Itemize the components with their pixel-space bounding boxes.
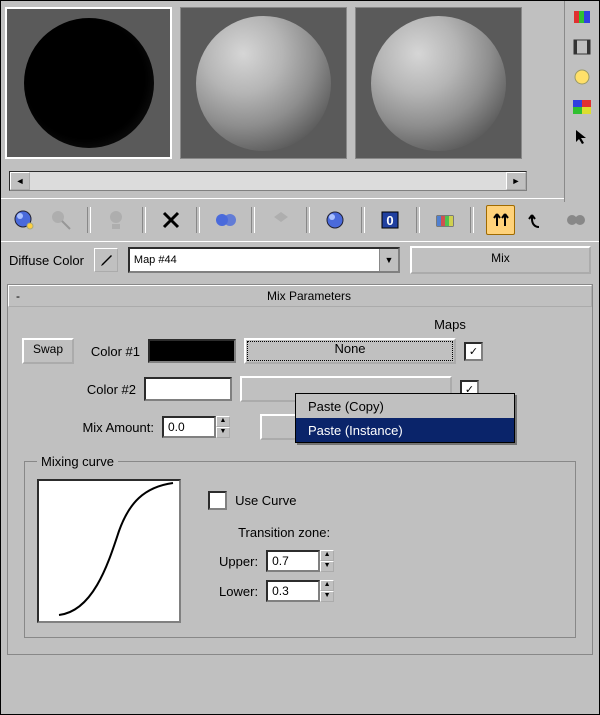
dropdown-arrow-icon[interactable]: ▼ [379, 249, 398, 271]
go-sibling-icon[interactable] [525, 206, 552, 234]
channel-label: Diffuse Color [9, 253, 84, 268]
map-name-text: Map #44 [134, 254, 177, 266]
go-parent-icon[interactable] [486, 205, 515, 235]
preview-hscrollbar[interactable]: ◄ ► [9, 171, 527, 191]
mixing-curve-legend: Mixing curve [37, 454, 118, 469]
map-id-row: Diffuse Color Map #44 ▼ Mix [1, 241, 599, 278]
parameters-area: - Mix Parameters Maps Swap Color #1 None… [1, 278, 599, 661]
lower-row: Lower: ▲ ▼ [208, 576, 334, 606]
preview-sphere [196, 16, 331, 151]
spinner-down-icon[interactable]: ▼ [216, 427, 230, 438]
lower-spinner[interactable]: ▲ ▼ [266, 580, 334, 602]
side-toolbar [564, 1, 599, 202]
sphere-icon[interactable] [571, 67, 593, 87]
scroll-right-arrow[interactable]: ► [506, 172, 526, 190]
curve-preview[interactable] [37, 479, 181, 623]
preview-sphere [371, 16, 506, 151]
rollout-toggle-icon[interactable]: - [9, 289, 27, 303]
spinner-down-icon[interactable]: ▼ [320, 591, 334, 602]
material-preview-strip [1, 1, 599, 196]
scroll-left-arrow[interactable]: ◄ [10, 172, 30, 190]
color1-enable-checkbox[interactable]: ✓ [464, 342, 483, 361]
maps-column-header: Maps [322, 317, 578, 332]
preview-sphere [24, 18, 154, 148]
put-to-scene-icon[interactable] [48, 206, 75, 234]
rgb-swatch-icon[interactable] [571, 7, 593, 27]
film-icon[interactable] [571, 37, 593, 57]
upper-input[interactable] [266, 550, 320, 572]
menu-item-paste-copy[interactable]: Paste (Copy) [296, 394, 514, 418]
spinner-up-icon[interactable]: ▲ [216, 416, 230, 427]
show-map-icon[interactable]: 0 [377, 206, 404, 234]
upper-label: Upper: [208, 554, 258, 569]
toolbar-separator [470, 207, 474, 233]
make-unique-icon[interactable] [212, 206, 239, 234]
material-preview-slot-1[interactable] [5, 7, 172, 159]
color1-row: Swap Color #1 None ✓ [22, 336, 578, 366]
lower-input[interactable] [266, 580, 320, 602]
toolbar-separator [251, 207, 255, 233]
material-preview-slot-3[interactable] [355, 7, 522, 159]
mixing-curve-group: Mixing curve Use Curve Transition zone: [24, 454, 576, 638]
upper-spinner[interactable]: ▲ ▼ [266, 550, 334, 572]
toolbar-separator [87, 207, 91, 233]
svg-text:0: 0 [387, 213, 394, 228]
swatch2-icon[interactable] [571, 97, 593, 117]
scroll-track[interactable] [30, 172, 506, 190]
mix-amount-label: Mix Amount: [64, 420, 154, 435]
toolbar-separator [196, 207, 200, 233]
get-material-icon[interactable] [11, 206, 38, 234]
use-curve-checkbox[interactable] [208, 491, 227, 510]
upper-row: Upper: ▲ ▼ [208, 546, 334, 576]
curve-controls: Use Curve Transition zone: Upper: ▲ ▼ [208, 479, 334, 606]
toolbar-separator [416, 207, 420, 233]
toolbar-separator [361, 207, 365, 233]
map-name-field[interactable]: Map #44 ▼ [128, 247, 400, 273]
mix-amount-input[interactable] [162, 416, 216, 438]
preview-pane [1, 1, 526, 196]
material-preview-slot-2[interactable] [180, 7, 347, 159]
assign-icon[interactable] [103, 206, 130, 234]
toolbar-separator [306, 207, 310, 233]
mat-effects-icon[interactable] [322, 206, 349, 234]
map-type-button[interactable]: Mix [410, 246, 591, 274]
delete-icon[interactable] [158, 206, 185, 234]
color1-swatch[interactable] [148, 339, 236, 363]
material-editor-panel: ◄ ► 0 [0, 0, 600, 715]
material-toolbar: 0 [1, 198, 599, 241]
options-icon[interactable] [562, 206, 589, 234]
show-end-icon[interactable] [432, 206, 459, 234]
color1-label: Color #1 [82, 344, 140, 359]
spinner-up-icon[interactable]: ▲ [320, 580, 334, 591]
use-curve-label: Use Curve [235, 493, 296, 508]
eyedropper-button[interactable] [94, 248, 118, 272]
swap-button[interactable]: Swap [22, 338, 74, 364]
spinner-up-icon[interactable]: ▲ [320, 550, 334, 561]
color1-map-button[interactable]: None [244, 338, 456, 364]
rollout-body: Maps Swap Color #1 None ✓ Color #2 ✓ [8, 307, 592, 654]
put-to-lib-icon[interactable] [267, 206, 294, 234]
map-button-context-menu: Paste (Copy) Paste (Instance) [295, 393, 515, 443]
rollout-header[interactable]: - Mix Parameters [8, 285, 592, 307]
use-curve-row: Use Curve [208, 485, 334, 515]
lower-label: Lower: [208, 584, 258, 599]
color2-swatch[interactable] [144, 377, 232, 401]
toolbar-separator [142, 207, 146, 233]
color2-label: Color #2 [78, 382, 136, 397]
spinner-down-icon[interactable]: ▼ [320, 561, 334, 572]
transition-zone-label: Transition zone: [238, 525, 334, 540]
menu-item-paste-instance[interactable]: Paste (Instance) [296, 418, 514, 442]
mix-parameters-rollout: - Mix Parameters Maps Swap Color #1 None… [7, 284, 593, 655]
cursor-icon[interactable] [571, 127, 593, 147]
rollout-title: Mix Parameters [27, 289, 591, 303]
mix-amount-spinner[interactable]: ▲ ▼ [162, 416, 230, 438]
